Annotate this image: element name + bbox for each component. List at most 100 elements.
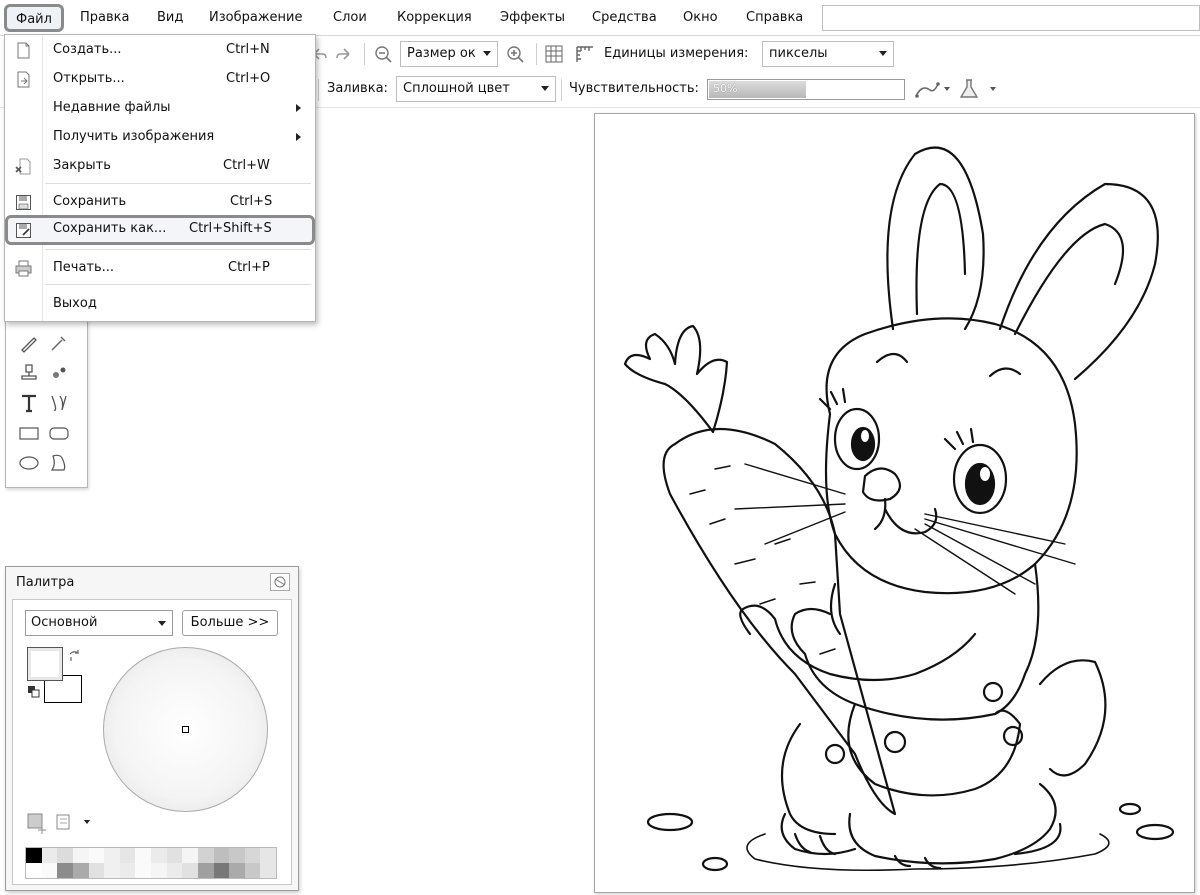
menu-image[interactable]: Изображение: [209, 10, 302, 25]
freeform-shape-icon[interactable]: [48, 452, 70, 474]
swap-colors-icon[interactable]: [68, 649, 82, 663]
color-swatch[interactable]: [197, 863, 214, 878]
zoom-value: Размер ок: [407, 46, 476, 61]
print-icon: [15, 260, 32, 277]
palette-close-button[interactable]: [270, 573, 290, 591]
menu-help[interactable]: Справка: [746, 10, 803, 25]
zoom-in-icon[interactable]: [506, 45, 526, 65]
color-swatch[interactable]: [72, 848, 89, 863]
menu-item-shortcut: Ctrl+O: [226, 71, 271, 86]
recolor-icon[interactable]: [48, 362, 70, 384]
color-swatch-strip[interactable]: [25, 847, 277, 879]
color-wheel-cursor[interactable]: [182, 726, 189, 733]
menu-tools[interactable]: Средства: [592, 10, 657, 25]
rectangle-icon[interactable]: [18, 422, 40, 444]
color-swatch[interactable]: [260, 848, 276, 863]
text-tool-icon[interactable]: [18, 392, 40, 414]
clone-stamp-icon[interactable]: [18, 362, 40, 384]
menu-item-shortcut: Ctrl+N: [226, 42, 270, 57]
menu-item-shortcut: Ctrl+S: [230, 194, 273, 209]
color-swatch[interactable]: [166, 863, 183, 878]
reset-colors-icon[interactable]: [27, 685, 41, 699]
color-swatch[interactable]: [197, 848, 214, 863]
menu-item-open[interactable]: Открыть... Ctrl+O: [5, 66, 315, 92]
zoom-combo[interactable]: Размер ок: [400, 41, 498, 67]
color-swatch[interactable]: [213, 848, 230, 863]
menu-item-label: Печать...: [53, 260, 115, 275]
color-swatch[interactable]: [57, 863, 73, 878]
menu-edit[interactable]: Правка: [80, 10, 129, 25]
menu-item-exit[interactable]: Выход: [5, 291, 315, 317]
menu-item-new[interactable]: Создать... Ctrl+N: [5, 37, 315, 63]
menu-file[interactable]: Файл: [4, 4, 64, 32]
menu-item-shortcut: Ctrl+Shift+S: [189, 221, 272, 236]
color-swatch[interactable]: [72, 863, 89, 878]
menu-item-close[interactable]: Закрыть Ctrl+W: [5, 153, 315, 179]
chevron-down-icon[interactable]: [84, 820, 90, 824]
color-swatch[interactable]: [119, 863, 136, 878]
color-wheel[interactable]: [103, 647, 268, 812]
color-swatch[interactable]: [104, 863, 120, 878]
color-picker-icon[interactable]: [48, 332, 70, 354]
submenu-arrow-icon: [296, 104, 301, 112]
units-combo[interactable]: пикселы: [762, 41, 894, 67]
chevron-down-icon[interactable]: [944, 87, 950, 91]
color-swatch[interactable]: [244, 848, 261, 863]
color-swatch[interactable]: [166, 848, 183, 863]
grid-icon[interactable]: [545, 45, 563, 63]
menu-item-acquire[interactable]: Получить изображения: [5, 124, 315, 150]
redo-icon[interactable]: [335, 45, 353, 63]
add-color-icon[interactable]: [26, 812, 48, 834]
image-canvas[interactable]: [594, 113, 1195, 893]
menu-view[interactable]: Вид: [157, 10, 183, 25]
palette-options-icon[interactable]: [54, 812, 76, 834]
color-swatch[interactable]: [182, 848, 198, 863]
color-swatch[interactable]: [229, 863, 245, 878]
color-swatch[interactable]: [104, 848, 120, 863]
color-swatch[interactable]: [41, 863, 58, 878]
fill-value: Сплошной цвет: [403, 81, 510, 96]
tolerance-label: Чувствительность:: [569, 81, 699, 96]
menu-effects[interactable]: Эффекты: [500, 10, 565, 25]
menu-item-save-as[interactable]: Сохранить как... Ctrl+Shift+S: [5, 215, 315, 245]
color-swatch[interactable]: [260, 863, 276, 878]
ellipse-icon[interactable]: [18, 452, 40, 474]
menu-item-recent-files[interactable]: Недавние файлы: [5, 95, 315, 121]
color-swatch[interactable]: [151, 863, 167, 878]
color-swatch[interactable]: [88, 863, 105, 878]
menu-item-label: Получить изображения: [53, 129, 215, 144]
color-swatch[interactable]: [213, 863, 230, 878]
color-swatch[interactable]: [135, 863, 151, 878]
color-swatch[interactable]: [244, 863, 261, 878]
color-swatch[interactable]: [26, 848, 42, 863]
more-colors-button[interactable]: Больше >>: [182, 610, 278, 636]
color-swatch[interactable]: [182, 863, 198, 878]
menu-item-shortcut: Ctrl+P: [228, 260, 270, 275]
blend-mode-icon[interactable]: [958, 78, 980, 100]
menu-layers[interactable]: Слои: [333, 10, 367, 25]
color-swatch[interactable]: [119, 848, 136, 863]
color-swatch[interactable]: [229, 848, 245, 863]
menu-item-save[interactable]: Сохранить Ctrl+S: [5, 189, 315, 215]
color-swatch[interactable]: [135, 848, 151, 863]
color-swatch[interactable]: [151, 848, 167, 863]
color-swatch[interactable]: [41, 848, 58, 863]
chevron-down-icon[interactable]: [990, 87, 996, 91]
fill-combo[interactable]: Сплошной цвет: [396, 76, 556, 102]
primary-color-swatch[interactable]: [27, 647, 63, 681]
color-swatch[interactable]: [57, 848, 73, 863]
color-swatch[interactable]: [26, 863, 42, 878]
zoom-out-icon[interactable]: [374, 45, 394, 65]
pencil-icon[interactable]: [18, 332, 40, 354]
menu-adjustments[interactable]: Коррекция: [397, 10, 472, 25]
menu-item-print[interactable]: Печать... Ctrl+P: [5, 255, 315, 281]
rounded-rectangle-icon[interactable]: [48, 422, 70, 444]
color-swatch[interactable]: [88, 848, 105, 863]
chevron-down-icon: [879, 51, 887, 56]
tolerance-slider[interactable]: 50%: [707, 79, 905, 100]
palette-mode-combo[interactable]: Основной: [25, 610, 173, 636]
menu-window[interactable]: Окно: [683, 10, 718, 25]
ruler-icon[interactable]: [575, 45, 595, 63]
line-curve-icon[interactable]: [48, 392, 70, 414]
antialias-icon[interactable]: [914, 81, 942, 99]
